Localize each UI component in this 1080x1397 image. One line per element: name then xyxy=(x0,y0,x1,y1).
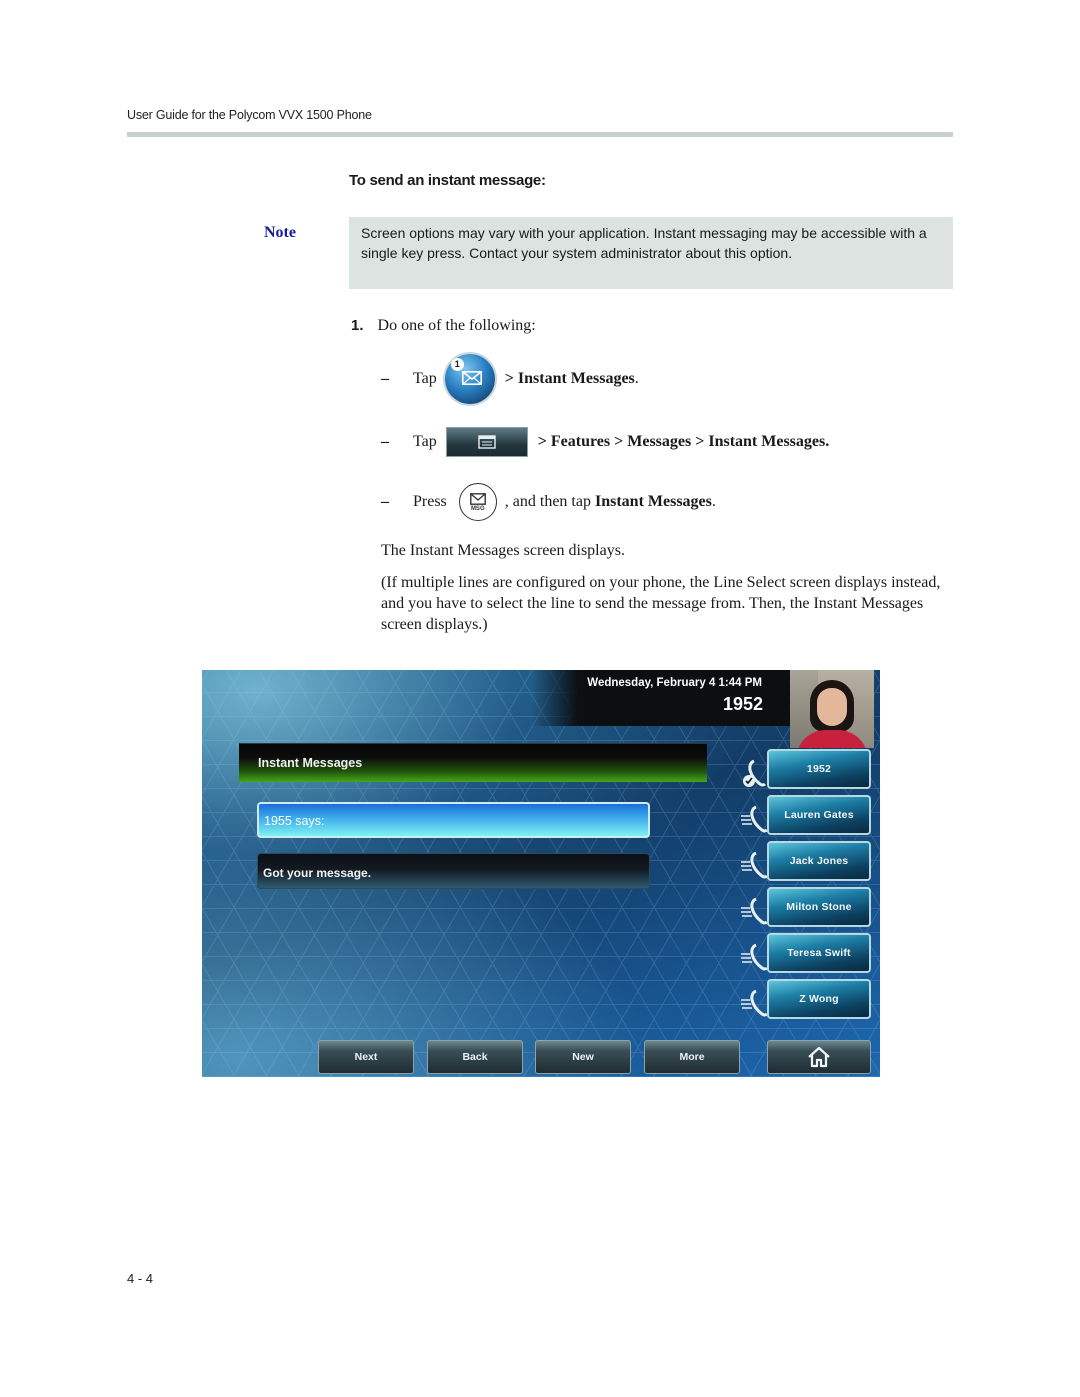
contact-photo xyxy=(790,670,874,748)
option-mid: , and then tap xyxy=(504,493,595,510)
line-key-milton-stone[interactable]: Milton Stone xyxy=(767,887,871,927)
option-lead: Press xyxy=(413,493,447,510)
extension-number: 1952 xyxy=(722,694,763,714)
note-text: Screen options may vary with your applic… xyxy=(361,225,927,261)
home-button[interactable] xyxy=(767,1040,871,1074)
option-path: Instant Messages xyxy=(594,493,712,510)
line-key-1952[interactable]: 1952 xyxy=(767,749,871,789)
dash: – xyxy=(381,370,389,387)
option-tail: . xyxy=(825,433,830,450)
dash: – xyxy=(381,433,389,450)
message-text: Got your message. xyxy=(263,866,372,880)
line-key-jack-jones[interactable]: Jack Jones xyxy=(767,841,871,881)
page-number: 4 - 4 xyxy=(127,1271,154,1286)
result-paragraph: (If multiple lines are configured on you… xyxy=(381,574,941,633)
softkey-next[interactable]: Next xyxy=(318,1040,414,1074)
phone-speed-dial-icon xyxy=(741,851,769,879)
note-box: Screen options may vary with your applic… xyxy=(349,217,953,289)
menu-button-icon xyxy=(445,427,528,457)
softkey-back[interactable]: Back xyxy=(427,1040,523,1074)
sender-text: 1955 says: xyxy=(264,814,325,828)
option-tail: . xyxy=(711,493,716,510)
messages-orb-icon: 1 xyxy=(444,354,495,404)
note-label: Note xyxy=(264,224,296,241)
step-number: 1. xyxy=(351,317,364,334)
softkey-new[interactable]: New xyxy=(535,1040,631,1074)
phone-speed-dial-icon xyxy=(741,805,769,833)
message-sender-row[interactable]: 1955 says: xyxy=(257,802,650,838)
screen-title-bar: Instant Messages xyxy=(239,743,707,782)
phone-speed-dial-icon xyxy=(741,897,769,925)
result-paragraph: The Instant Messages screen displays. xyxy=(381,542,625,559)
option-path: > Features > Messages > Instant Messages xyxy=(537,433,826,450)
option-tap-messages: – Tap 1 > Instant Messages. xyxy=(381,354,639,404)
line-key-lauren-gates[interactable]: Lauren Gates xyxy=(767,795,871,835)
phone-screen: Wednesday, February 4 1:44 PM 1952 Insta… xyxy=(202,670,880,1077)
line-key-teresa-swift[interactable]: Teresa Swift xyxy=(767,933,871,973)
msg-key-icon: MSG xyxy=(458,483,497,521)
line-key-z-wong[interactable]: Z Wong xyxy=(767,979,871,1019)
option-lead: Tap xyxy=(413,370,437,387)
step-1: 1. Do one of the following: xyxy=(351,317,536,335)
option-press-msg: – Press MSG , and then tap Instant Messa… xyxy=(381,483,716,521)
step-text: Do one of the following: xyxy=(377,317,536,334)
procedure-title: To send an instant message: xyxy=(349,172,546,189)
option-path: > Instant Messages xyxy=(504,370,635,387)
option-tail: . xyxy=(634,370,639,387)
message-body-row[interactable]: Got your message. xyxy=(257,853,650,889)
phone-registered-icon xyxy=(743,759,767,787)
option-lead: Tap xyxy=(413,433,437,450)
phone-speed-dial-icon xyxy=(741,943,769,971)
option-tap-menu: – Tap > Features > Messages > Instant Me… xyxy=(381,427,829,457)
badge-count: 1 xyxy=(450,358,464,371)
running-header: User Guide for the Polycom VVX 1500 Phon… xyxy=(127,108,372,122)
softkey-more[interactable]: More xyxy=(644,1040,740,1074)
datetime: Wednesday, February 4 1:44 PM xyxy=(587,677,762,689)
screen-title: Instant Messages xyxy=(258,756,363,770)
msg-key-label: MSG xyxy=(470,505,485,512)
header-rule xyxy=(127,132,953,137)
home-icon xyxy=(808,1046,830,1068)
phone-speed-dial-icon xyxy=(741,989,769,1017)
dash: – xyxy=(381,493,389,510)
